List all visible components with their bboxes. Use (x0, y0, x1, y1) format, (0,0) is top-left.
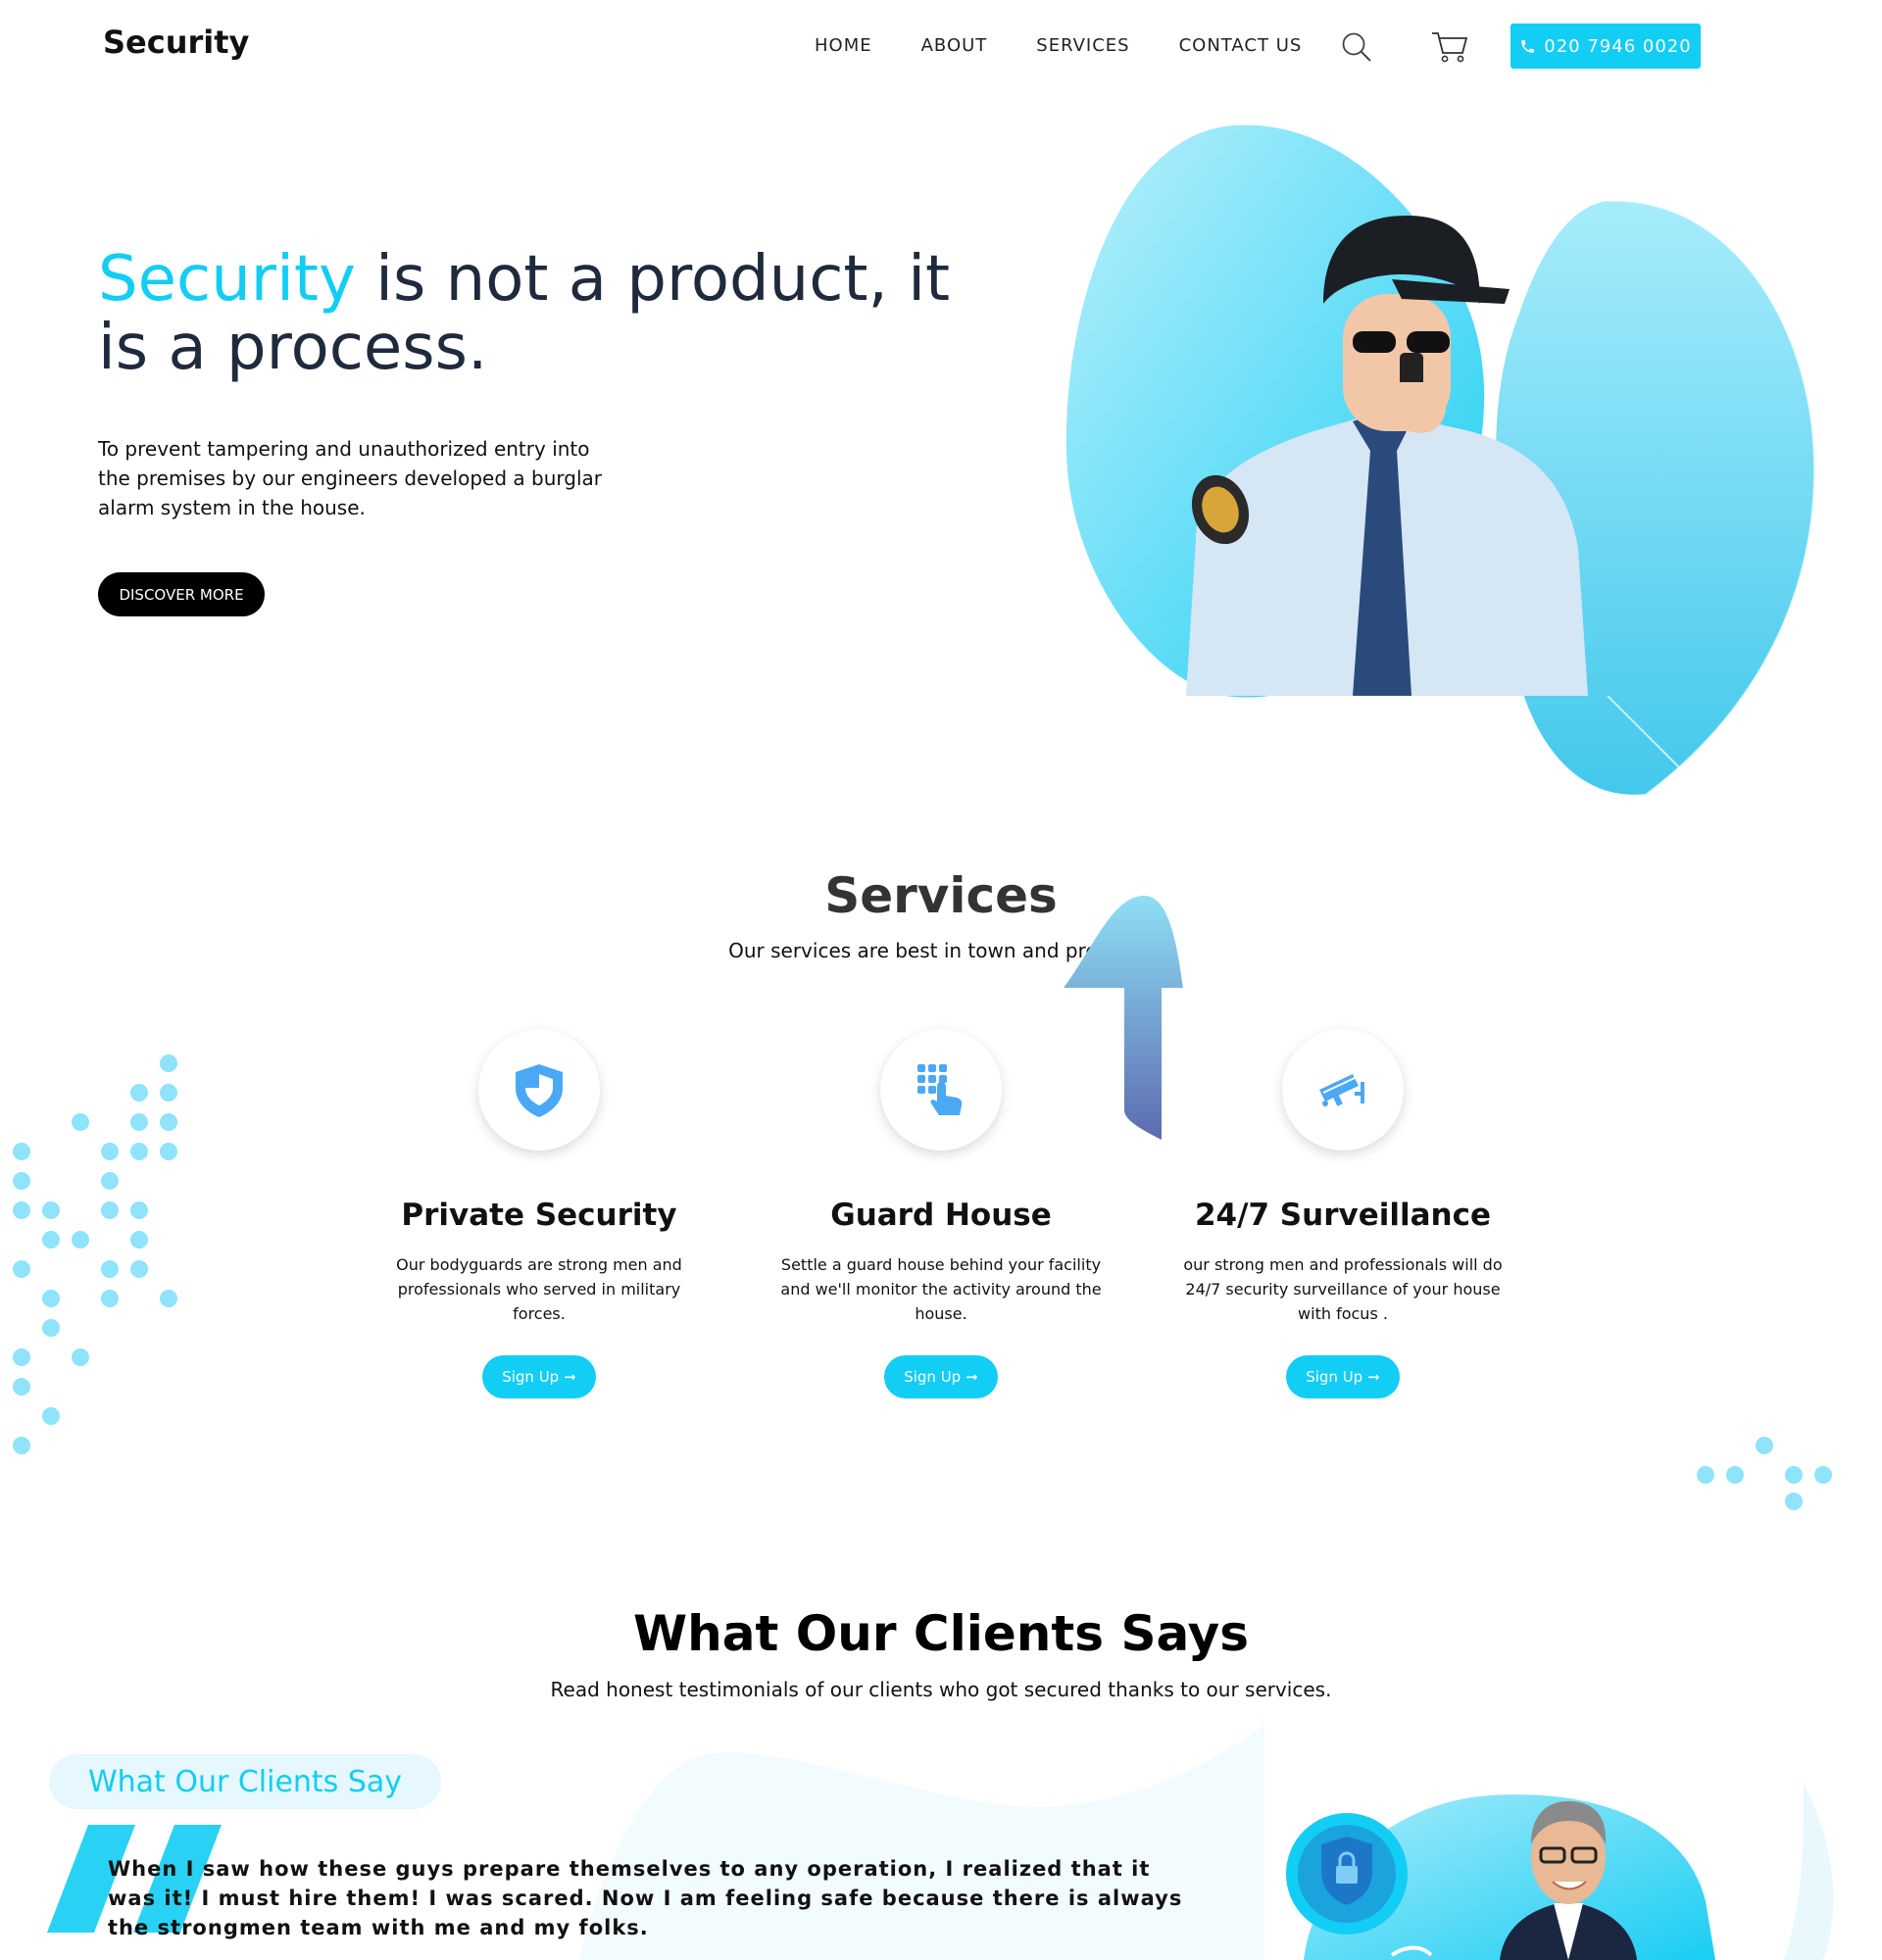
sign-up-label: Sign Up (1306, 1368, 1363, 1386)
arrow-right-icon: ➞ (1367, 1368, 1380, 1386)
service-icon-circle (478, 1029, 600, 1151)
service-description: Settle a guard house behind your facilit… (780, 1255, 1102, 1323)
hero-title: Security is not a product, it is a proce… (98, 245, 980, 382)
service-icon-circle (1282, 1029, 1404, 1151)
nav-contact-us[interactable]: CONTACT US (1179, 35, 1303, 56)
decorative-dots-left (13, 1054, 177, 1454)
phone-number: 020 7946 0020 (1544, 35, 1692, 57)
sign-up-button[interactable]: Sign Up ➞ (482, 1355, 596, 1398)
testimonial-quote: When I saw how these guys prepare themse… (108, 1857, 1183, 1939)
testimonials-pill-label: What Our Clients Say (49, 1754, 441, 1809)
service-description: our strong men and professionals will do… (1183, 1255, 1503, 1323)
nav-home[interactable]: HOME (815, 35, 872, 56)
services-title: Services (824, 867, 1058, 924)
arrow-right-icon: ➞ (966, 1368, 978, 1386)
discover-more-button[interactable]: DISCOVER MORE (98, 572, 265, 616)
service-card-guard-house: Guard House Settle a guard house behind … (774, 1029, 1108, 1398)
service-title: Guard House (830, 1198, 1052, 1233)
hero-title-accent: Security (98, 243, 356, 316)
main-nav: HOME ABOUT SERVICES CONTACT US (815, 35, 1302, 56)
hero-description: To prevent tampering and unauthorized en… (98, 437, 602, 519)
phone-button[interactable]: 020 7946 0020 (1511, 24, 1701, 69)
service-card-private-security: Private Security Our bodyguards are stro… (372, 1029, 706, 1398)
arrow-right-icon: ➞ (564, 1368, 576, 1386)
site-logo[interactable]: Security (103, 24, 249, 61)
service-title: 24/7 Surveillance (1194, 1198, 1491, 1233)
sign-up-label: Sign Up (502, 1368, 560, 1386)
cart-icon[interactable] (1431, 30, 1468, 64)
keypad-icon (917, 1064, 963, 1115)
service-icon-circle (880, 1029, 1002, 1151)
cctv-camera-icon (1319, 1074, 1364, 1106)
client-portrait-image (1286, 1784, 1834, 1960)
service-card-surveillance: 24/7 Surveillance our strong men and pro… (1176, 1029, 1510, 1398)
service-description: Our bodyguards are strong men and profes… (396, 1255, 682, 1323)
nav-about[interactable]: ABOUT (921, 35, 988, 56)
testimonials-subtitle: Read honest testimonials of our clients … (550, 1678, 1332, 1701)
service-title: Private Security (401, 1198, 677, 1233)
sign-up-label: Sign Up (904, 1368, 962, 1386)
sign-up-button[interactable]: Sign Up ➞ (1286, 1355, 1400, 1398)
nav-services[interactable]: SERVICES (1036, 35, 1129, 56)
services-subtitle: Our services are best in town and premiu… (728, 939, 1154, 962)
search-icon[interactable] (1341, 31, 1372, 63)
sign-up-button[interactable]: Sign Up ➞ (884, 1355, 998, 1398)
phone-icon (1521, 39, 1535, 53)
decorative-dots-right (1697, 1437, 1832, 1510)
hero-security-guard-image (1065, 124, 1815, 795)
shield-icon (516, 1064, 563, 1117)
testimonials-title: What Our Clients Says (632, 1605, 1250, 1662)
